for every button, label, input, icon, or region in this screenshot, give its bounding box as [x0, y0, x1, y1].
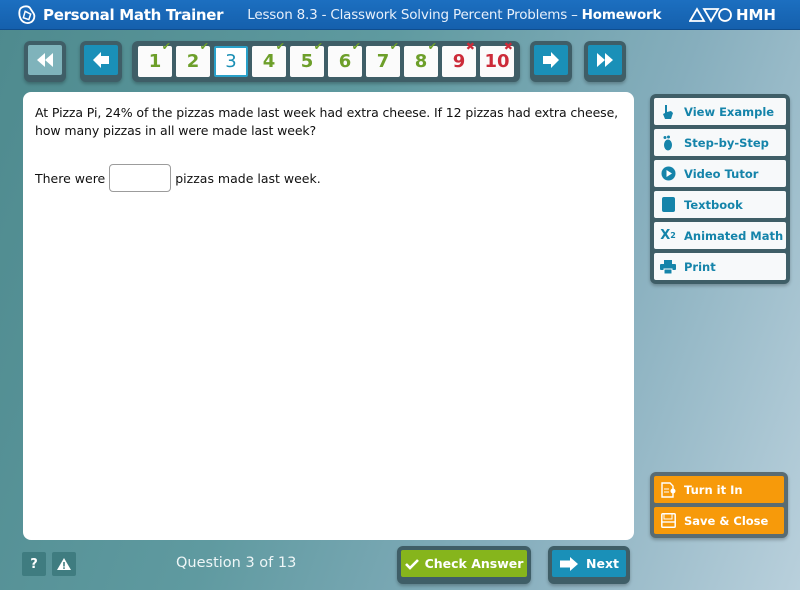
- next-group: Next: [548, 546, 630, 584]
- question-4-button[interactable]: 4 ✔: [252, 40, 286, 77]
- question-list: 1 ✔ 2 ✔ 3 4 ✔ 5 ✔ 6 ✔ 7 ✔ 8 ✔ 9 ✖ 10 ✖: [132, 40, 520, 82]
- arrow-right-icon: [543, 52, 559, 68]
- question-7-button[interactable]: 7 ✔: [366, 40, 400, 77]
- save-close-label: Save & Close: [684, 513, 769, 528]
- correct-check-icon: ✔: [389, 40, 399, 53]
- double-arrow-right-icon: [597, 53, 613, 67]
- answer-suffix: pizzas made last week.: [175, 170, 321, 186]
- help-button[interactable]: ?: [22, 552, 46, 576]
- question-6-button[interactable]: 6 ✔: [328, 40, 362, 77]
- textbook-button[interactable]: Textbook: [654, 191, 786, 218]
- question-number: 10: [484, 51, 510, 72]
- animated-math-label: Animated Math: [684, 228, 784, 243]
- print-label: Print: [684, 259, 716, 274]
- correct-check-icon: ✔: [351, 40, 361, 53]
- previous-question-button[interactable]: [84, 45, 118, 75]
- step-by-step-label: Step-by-Step: [684, 135, 769, 150]
- app-header: Personal Math Trainer Lesson 8.3 - Class…: [0, 0, 800, 30]
- video-tutor-label: Video Tutor: [684, 166, 759, 181]
- assignment-mode: Homework: [581, 6, 662, 23]
- video-tutor-button[interactable]: Video Tutor: [654, 160, 786, 187]
- question-number: 9: [452, 51, 466, 72]
- check-answer-button[interactable]: Check Answer: [401, 550, 527, 577]
- correct-check-icon: ✔: [427, 40, 437, 53]
- answer-input[interactable]: [109, 164, 172, 192]
- correct-check-icon: ✔: [313, 40, 323, 53]
- title-separator: –: [571, 6, 578, 23]
- question-number: 5: [300, 51, 314, 72]
- hmh-text: HMH: [735, 6, 776, 24]
- question-buttons: 1 ✔ 2 ✔ 3 4 ✔ 5 ✔ 6 ✔ 7 ✔ 8 ✔ 9 ✖ 10 ✖: [138, 40, 514, 77]
- step-by-step-button[interactable]: Step-by-Step: [654, 129, 786, 156]
- incorrect-x-icon: ✖: [465, 40, 475, 53]
- question-10-button[interactable]: 10 ✖: [480, 40, 514, 77]
- printer-icon: [660, 259, 676, 275]
- question-1-button[interactable]: 1 ✔: [138, 40, 172, 77]
- answer-line: There were pizzas made last week.: [35, 164, 622, 192]
- answer-prefix: There were: [35, 170, 106, 186]
- prev-question-group: [80, 41, 122, 82]
- question-number: 6: [338, 51, 352, 72]
- next-label: Next: [586, 556, 619, 571]
- lesson-name: Lesson 8.3 - Classwork Solving Percent P…: [247, 6, 568, 23]
- double-arrow-left-icon: [37, 53, 53, 67]
- logo: Personal Math Trainer: [16, 4, 224, 26]
- turn-it-in-button[interactable]: Turn it In: [654, 476, 784, 503]
- question-text: At Pizza Pi, 24% of the pizzas made last…: [35, 105, 619, 138]
- book-icon: [660, 197, 676, 213]
- question-2-button[interactable]: 2 ✔: [176, 40, 210, 77]
- submission-panel: Turn it In Save & Close: [650, 472, 788, 538]
- play-icon: [660, 166, 676, 182]
- question-8-button[interactable]: 8 ✔: [404, 40, 438, 77]
- x-squared-icon: X2: [660, 228, 676, 243]
- animated-math-button[interactable]: X2 Animated Math: [654, 222, 786, 249]
- hand-pointer-icon: [660, 104, 676, 120]
- check-answer-group: Check Answer: [397, 546, 531, 584]
- question-number: 3: [225, 51, 237, 72]
- question-number: 1: [148, 51, 162, 72]
- report-problem-button[interactable]: [52, 552, 76, 576]
- correct-check-icon: ✔: [199, 40, 209, 53]
- document-icon: [660, 481, 676, 498]
- correct-check-icon: ✔: [275, 40, 285, 53]
- next-question-group: [530, 41, 572, 82]
- question-5-button[interactable]: 5 ✔: [290, 40, 324, 77]
- question-3-button[interactable]: 3: [214, 46, 248, 77]
- print-button[interactable]: Print: [654, 253, 786, 280]
- brand-title: Personal Math Trainer: [43, 5, 224, 24]
- pmt-logo-icon: [18, 4, 36, 24]
- last-question-button[interactable]: [588, 45, 622, 75]
- hmh-shapes-icon: [688, 7, 732, 23]
- next-question-button[interactable]: [534, 45, 568, 75]
- view-example-button[interactable]: View Example: [654, 98, 786, 125]
- help-tools-panel: View Example Step-by-Step Video Tutor Te…: [650, 94, 790, 284]
- publisher-logo: HMH: [688, 6, 776, 24]
- question-9-button[interactable]: 9 ✖: [442, 40, 476, 77]
- last-question-group: [584, 41, 626, 82]
- save-close-button[interactable]: Save & Close: [654, 507, 784, 534]
- warning-icon: [57, 558, 71, 570]
- lesson-title: Lesson 8.3 - Classwork Solving Percent P…: [247, 7, 661, 23]
- turn-it-in-label: Turn it In: [684, 482, 743, 497]
- correct-check-icon: ✔: [161, 40, 171, 53]
- arrow-left-icon: [93, 52, 109, 68]
- question-number: 4: [262, 51, 276, 72]
- textbook-label: Textbook: [684, 197, 743, 212]
- arrow-right-icon: [560, 556, 578, 571]
- footprint-icon: [660, 135, 676, 151]
- next-button[interactable]: Next: [552, 550, 626, 577]
- first-question-button[interactable]: [28, 45, 62, 75]
- floppy-disk-icon: [660, 513, 676, 529]
- question-number: 7: [376, 51, 390, 72]
- incorrect-x-icon: ✖: [503, 40, 513, 53]
- checkmark-icon: [404, 558, 419, 570]
- question-number: 2: [186, 51, 200, 72]
- question-number: 8: [414, 51, 428, 72]
- first-question-group: [24, 41, 66, 82]
- question-counter: Question 3 of 13: [176, 555, 297, 571]
- check-answer-label: Check Answer: [424, 556, 524, 571]
- view-example-label: View Example: [684, 104, 775, 119]
- question-panel: At Pizza Pi, 24% of the pizzas made last…: [23, 92, 634, 540]
- question-mark-icon: ?: [30, 556, 38, 572]
